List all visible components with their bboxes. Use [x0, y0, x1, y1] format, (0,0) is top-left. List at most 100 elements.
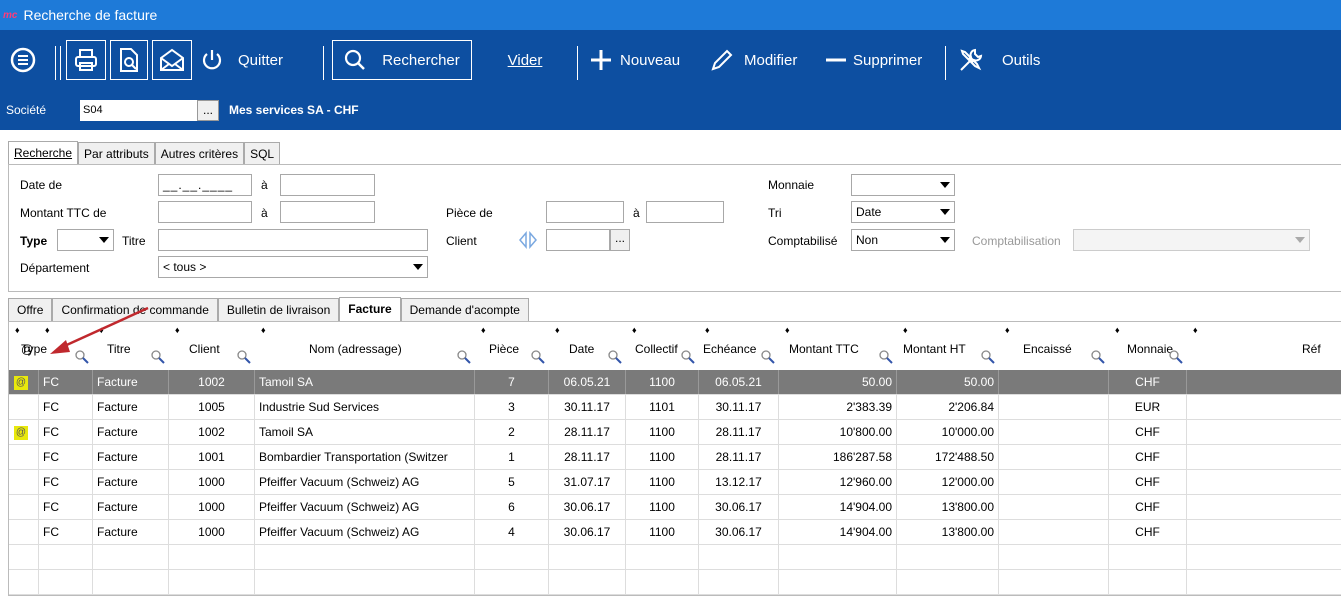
- column-filter-search-icon[interactable]: [608, 350, 622, 364]
- table-cell-echeance: 30.06.17: [699, 520, 779, 544]
- monnaie-select[interactable]: [851, 174, 955, 196]
- mail-button[interactable]: [152, 40, 192, 80]
- column-filter-search-icon[interactable]: [1091, 350, 1105, 364]
- sort-handle-icon[interactable]: ♦: [903, 326, 908, 335]
- clear-button[interactable]: Vider: [500, 40, 550, 80]
- client-lookup-button[interactable]: ...: [610, 229, 630, 251]
- tab-sql[interactable]: SQL: [244, 142, 281, 165]
- sort-handle-icon[interactable]: ♦: [261, 326, 266, 335]
- col-monnaie-header[interactable]: ♦ Monnaie: [1109, 322, 1187, 370]
- menu-button[interactable]: [6, 40, 40, 80]
- col-date-header[interactable]: ♦ Date: [549, 322, 626, 370]
- table-row[interactable]: FC Facture 1000 Pfeiffer Vacuum (Schweiz) A…: [9, 470, 1341, 495]
- tab-acompte[interactable]: Demande d'acompte: [400, 298, 529, 321]
- tab-bulletin[interactable]: Bulletin de livraison: [217, 298, 340, 321]
- sort-handle-icon[interactable]: ♦: [1115, 326, 1120, 335]
- table-cell-piece: 7: [475, 370, 549, 394]
- column-filter-search-icon[interactable]: [681, 350, 695, 364]
- departement-value: < tous >: [163, 260, 207, 274]
- delete-button[interactable]: Supprimer: [825, 40, 937, 80]
- col-montant-ht-header[interactable]: ♦ Montant HT: [897, 322, 999, 370]
- col-reference-label: Réf: [1302, 342, 1321, 356]
- col-client-header[interactable]: ♦ Client: [169, 322, 255, 370]
- date-to-input[interactable]: [280, 174, 375, 196]
- date-from-input[interactable]: __.__.____: [158, 174, 252, 196]
- table-cell-client: 1000: [169, 470, 255, 494]
- table-cell-piece: 1: [475, 445, 549, 469]
- column-filter-search-icon[interactable]: [237, 350, 251, 364]
- swap-icon[interactable]: [518, 231, 538, 249]
- sort-handle-icon[interactable]: ♦: [555, 326, 560, 335]
- sort-handle-icon[interactable]: ♦: [632, 326, 637, 335]
- sort-handle-icon[interactable]: ♦: [481, 326, 486, 335]
- table-cell-collectif: 1100: [626, 470, 699, 494]
- piece-to-input[interactable]: [646, 201, 724, 223]
- departement-select[interactable]: < tous >: [158, 256, 428, 278]
- col-montant-ttc-header[interactable]: ♦ Montant TTC: [779, 322, 897, 370]
- col-reference-header[interactable]: ♦ Réf: [1187, 322, 1341, 370]
- tab-facture[interactable]: Facture: [339, 297, 401, 321]
- table-row[interactable]: FC Facture 1000 Pfeiffer Vacuum (Schweiz) A…: [9, 495, 1341, 520]
- chevron-down-icon: [936, 230, 954, 250]
- sort-handle-icon[interactable]: ♦: [1005, 326, 1010, 335]
- table-cell-client: 1000: [169, 495, 255, 519]
- col-collectif-header[interactable]: ♦ Collectif: [626, 322, 699, 370]
- table-row[interactable]: FC Facture 1005 Industrie Sud Services 3 30.1…: [9, 395, 1341, 420]
- table-row[interactable]: [9, 570, 1341, 595]
- montant-from-input[interactable]: [158, 201, 252, 223]
- type-select[interactable]: [57, 229, 114, 251]
- col-nom-header[interactable]: ♦ Nom (adressage): [255, 322, 475, 370]
- sort-handle-icon[interactable]: ♦: [1193, 326, 1198, 335]
- column-filter-search-icon[interactable]: [761, 350, 775, 364]
- col-encaisse-header[interactable]: ♦ Encaissé: [999, 322, 1109, 370]
- print-button[interactable]: [66, 40, 106, 80]
- societe-label: Société: [6, 103, 47, 117]
- quit-button[interactable]: Quitter: [200, 40, 320, 80]
- piece-from-input[interactable]: [546, 201, 624, 223]
- sort-handle-icon[interactable]: ♦: [705, 326, 710, 335]
- table-row[interactable]: @ FC Facture 1002 Tamoil SA 2 28.11.17 1100 28.1…: [9, 420, 1341, 445]
- table-cell-montant-ttc: 2'383.39: [779, 395, 897, 419]
- new-button[interactable]: Nouveau: [590, 40, 696, 80]
- search-button[interactable]: Rechercher: [332, 40, 472, 80]
- table-cell-montant-ht: 2'206.84: [897, 395, 999, 419]
- societe-input[interactable]: S04: [80, 100, 197, 121]
- table-cell-collectif: 1100: [626, 495, 699, 519]
- column-filter-search-icon[interactable]: [457, 350, 471, 364]
- window-titlebar: mc Recherche de facture: [0, 0, 1341, 30]
- client-input[interactable]: [546, 229, 610, 251]
- sort-handle-icon[interactable]: ♦: [175, 326, 180, 335]
- tab-autres-criteres[interactable]: Autres critères: [154, 142, 245, 165]
- col-echeance-header[interactable]: ♦ Echéance: [699, 322, 779, 370]
- tab-par-attributs[interactable]: Par attributs: [78, 142, 155, 165]
- sort-handle-icon[interactable]: ♦: [785, 326, 790, 335]
- table-row[interactable]: [9, 545, 1341, 570]
- tab-recherche[interactable]: Recherche: [8, 141, 79, 165]
- tri-select[interactable]: Date: [851, 201, 955, 223]
- sort-handle-icon[interactable]: ♦: [15, 326, 20, 335]
- col-echeance-label: Echéance: [703, 342, 757, 356]
- comptabilise-select[interactable]: Non: [851, 229, 955, 251]
- table-cell-reference: [1187, 420, 1341, 444]
- col-piece-header[interactable]: ♦ Pièce: [475, 322, 549, 370]
- titre-input[interactable]: [158, 229, 428, 251]
- mail-icon: [160, 48, 184, 71]
- table-row[interactable]: FC Facture 1000 Pfeiffer Vacuum (Schweiz) A…: [9, 520, 1341, 545]
- column-filter-search-icon[interactable]: [1169, 350, 1183, 364]
- table-row[interactable]: @ FC Facture 1002 Tamoil SA 7 06.05.21 1100 06.0…: [9, 370, 1341, 395]
- window-title: Recherche de facture: [23, 7, 158, 23]
- column-filter-search-icon[interactable]: [531, 350, 545, 364]
- tools-button[interactable]: Outils: [958, 40, 1058, 80]
- column-filter-search-icon[interactable]: [981, 350, 995, 364]
- montant-to-input[interactable]: [280, 201, 375, 223]
- table-cell-collectif: 1100: [626, 420, 699, 444]
- table-cell-encaisse: [999, 520, 1109, 544]
- societe-lookup-button[interactable]: ...: [197, 100, 219, 121]
- column-filter-search-icon[interactable]: [151, 350, 165, 364]
- column-filter-search-icon[interactable]: [879, 350, 893, 364]
- montant-to-label: à: [261, 206, 268, 220]
- table-cell-client: 1002: [169, 370, 255, 394]
- table-row[interactable]: FC Facture 1001 Bombardier Transportation (…: [9, 445, 1341, 470]
- edit-button[interactable]: Modifier: [710, 40, 815, 80]
- print-preview-button[interactable]: [110, 40, 148, 80]
